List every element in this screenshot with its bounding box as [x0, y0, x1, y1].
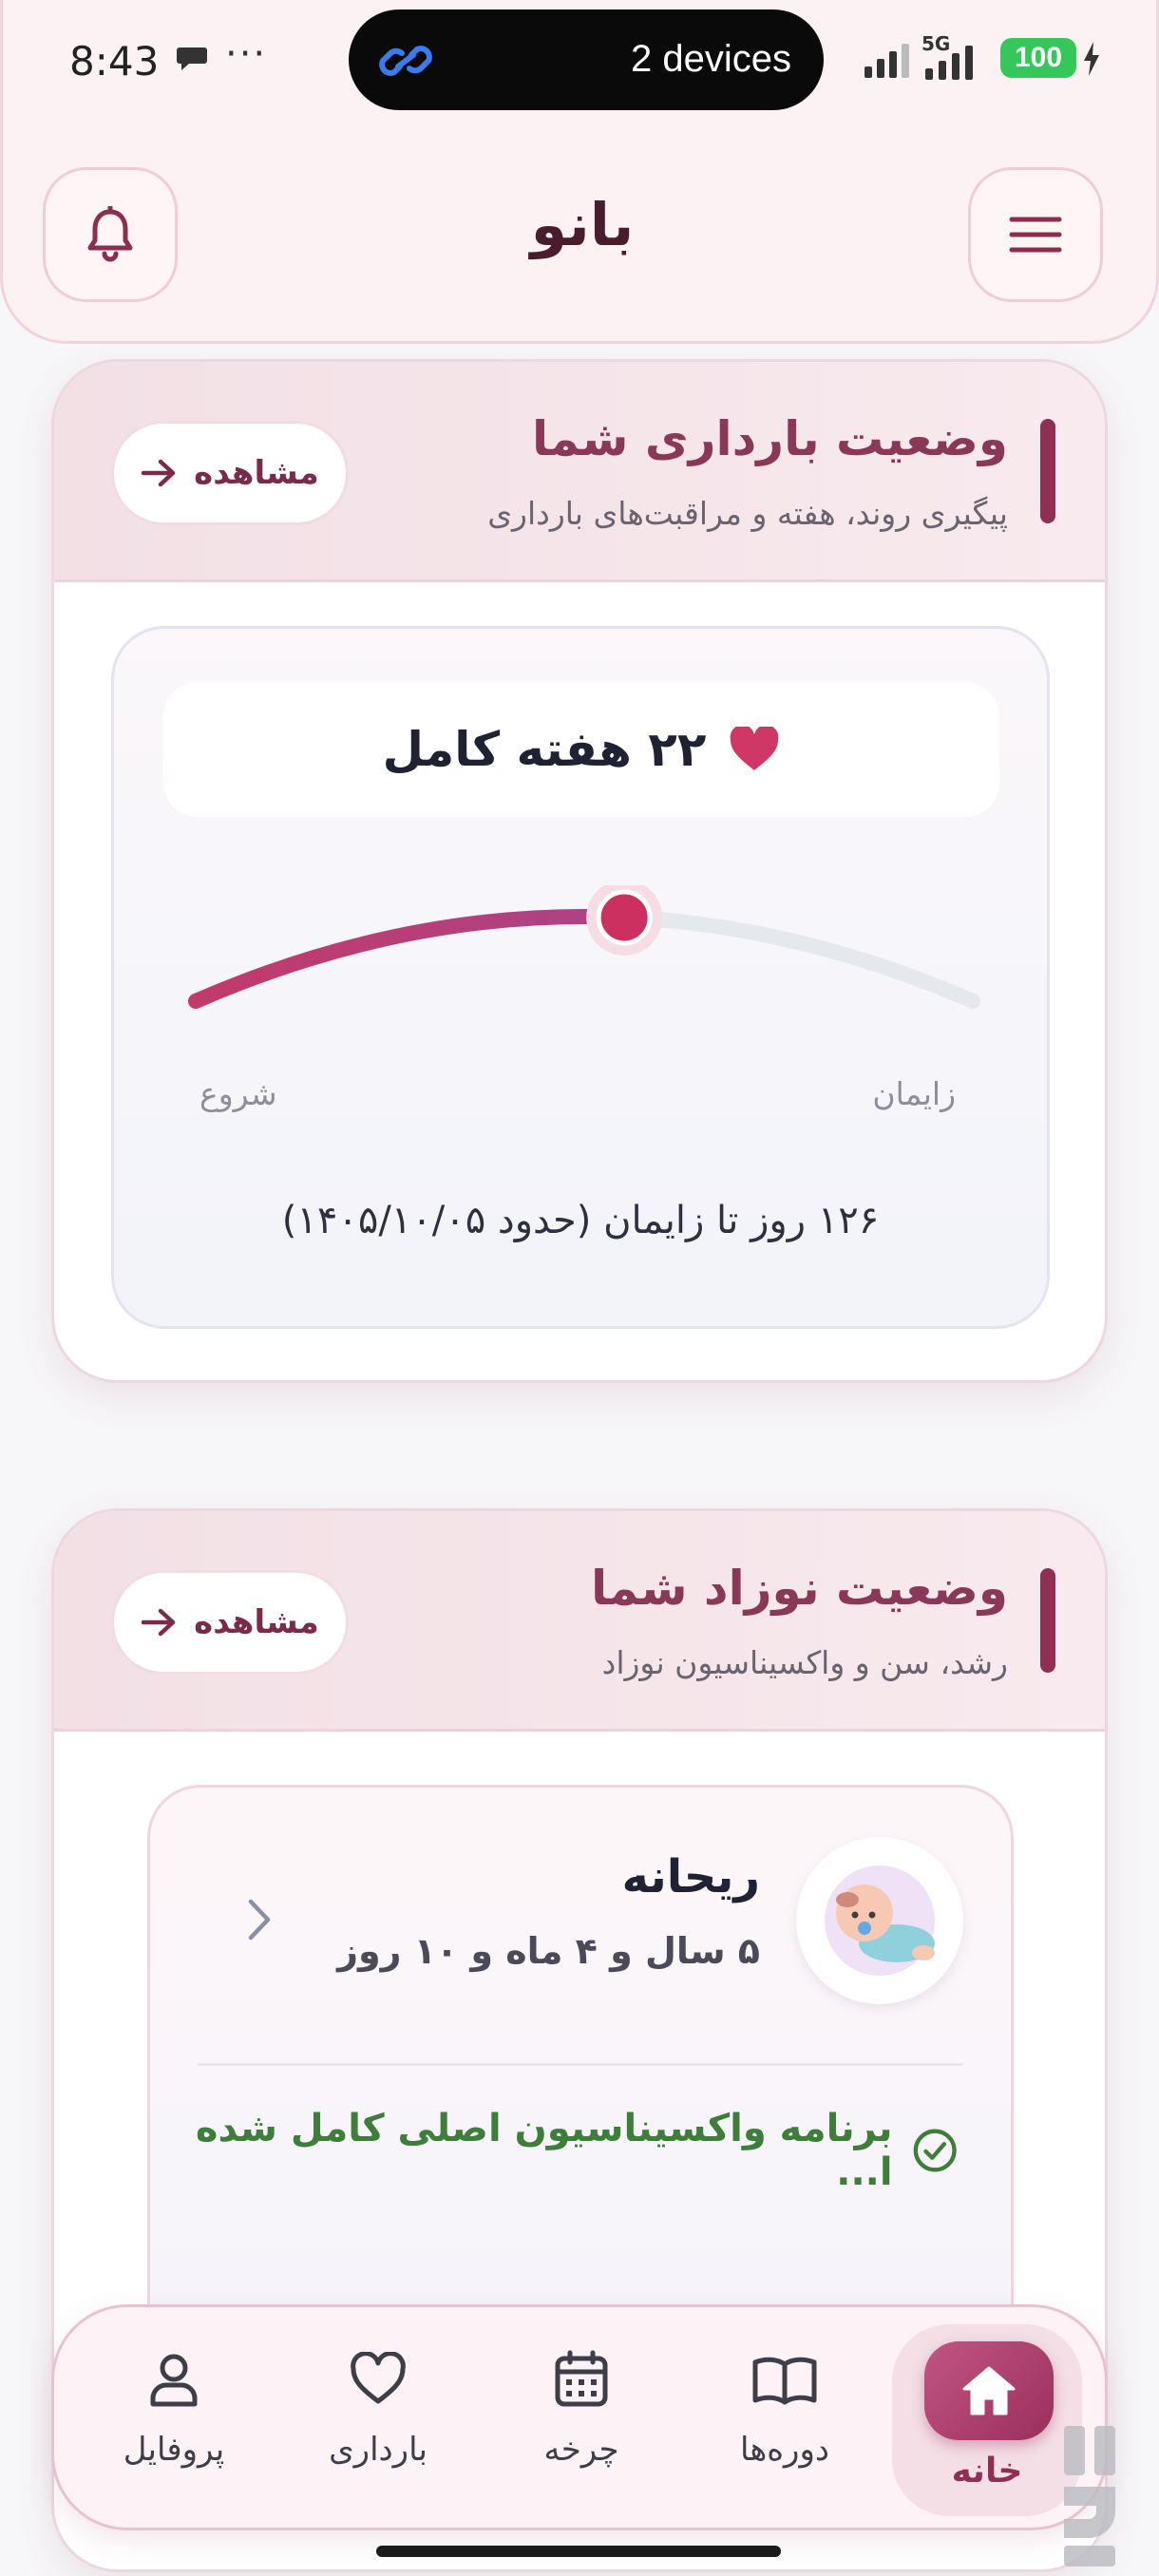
pregnancy-week-text: ۲۲ هفته کامل	[382, 722, 707, 777]
card-accent-bar	[1040, 1568, 1055, 1673]
pregnancy-status-card: وضعیت بارداری شما پیگیری روند، هفته و مر…	[51, 359, 1108, 1383]
arrow-right-icon	[141, 1608, 176, 1637]
status-indicators: 5G 100	[863, 32, 1110, 82]
nav-home-badge[interactable]	[924, 2341, 1054, 2440]
nav-label-profile: پروفایل	[123, 2431, 225, 2469]
signal-icon	[864, 44, 909, 78]
status-time: 8:43	[69, 38, 160, 85]
link-icon	[379, 46, 432, 76]
bottom-navigation: پروفایل بارداری چرخه	[51, 2304, 1108, 2530]
baby-age: ۵ سال و ۴ ماه و ۱۰ روز	[337, 1930, 760, 1972]
nav-label-cycle: چرخه	[543, 2431, 619, 2469]
nav-label-pregnancy: بارداری	[329, 2431, 428, 2469]
island-devices-text: 2 devices	[631, 38, 791, 80]
heart-outline-icon	[351, 2352, 406, 2404]
status-more-dots: ···	[225, 32, 268, 76]
pregnancy-progress-arc	[188, 885, 980, 1009]
newborn-card-subtitle: رشد، سن و واکسیناسیون نوزاد	[601, 1644, 1008, 1681]
message-icon	[177, 47, 207, 70]
pregnancy-card-header: وضعیت بارداری شما پیگیری روند، هفته و مر…	[54, 362, 1105, 582]
profile-icon	[150, 2354, 198, 2407]
newborn-view-button[interactable]: مشاهده	[111, 1570, 349, 1675]
nav-item-profile[interactable]: پروفایل	[79, 2345, 269, 2497]
signal-5g-icon	[925, 46, 973, 80]
arc-marker-knob	[596, 889, 653, 946]
card-accent-bar	[1040, 419, 1055, 523]
chevron-right-icon[interactable]	[245, 1898, 274, 1941]
home-icon	[962, 2366, 1016, 2415]
baby-icon	[825, 1866, 935, 1976]
pregnancy-view-button[interactable]: مشاهده	[111, 421, 349, 525]
pregnancy-card-subtitle: پیگیری روند، هفته و مراقبت‌های بارداری	[487, 495, 1008, 532]
newborn-card-header: وضعیت نوزاد شما رشد، سن و واکسیناسیون نو…	[54, 1511, 1105, 1732]
battery-indicator: 100	[1000, 38, 1076, 78]
menu-button[interactable]	[968, 167, 1103, 302]
arc-start-label: شروع	[200, 1075, 277, 1112]
baby-name: ریحانه	[621, 1850, 760, 1904]
divider	[198, 2063, 963, 2066]
nav-item-pregnancy[interactable]: بارداری	[283, 2345, 473, 2497]
nav-label-home: خانه	[951, 2452, 1023, 2491]
hamburger-menu-icon	[1009, 217, 1062, 253]
nav-item-cycle[interactable]: چرخه	[486, 2345, 676, 2497]
book-icon	[752, 2357, 817, 2405]
charging-icon	[1084, 42, 1099, 76]
view-button-label: مشاهده	[194, 454, 319, 492]
nav-label-courses: دوره‌ها	[739, 2431, 830, 2469]
pregnancy-progress-panel: ۲۲ هفته کامل شروع زایمان ۱۲۶ روز تا زایم…	[111, 626, 1050, 1329]
home-indicator[interactable]	[376, 2546, 781, 2557]
watermark-logo-icon	[1064, 2426, 1115, 2567]
heart-icon	[730, 727, 779, 770]
pregnancy-card-title: وضعیت بارداری شما	[532, 411, 1008, 466]
days-until-birth: ۱۲۶ روز تا زایمان (حدود ۱۴۰۵/۱۰/۰۵)	[281, 1199, 880, 1242]
check-circle-icon	[913, 2129, 957, 2172]
nav-item-courses[interactable]: دوره‌ها	[690, 2345, 880, 2497]
vaccination-status-row: برنامه واکسیناسیون اصلی کامل شده ا...	[150, 2107, 958, 2194]
dynamic-island[interactable]: 2 devices	[349, 9, 824, 110]
newborn-card-title: وضعیت نوزاد شما	[591, 1561, 1008, 1616]
arrow-right-icon	[141, 459, 176, 487]
baby-avatar	[796, 1837, 963, 2004]
pregnancy-week-box: ۲۲ هفته کامل	[163, 682, 999, 817]
vaccination-status-text: برنامه واکسیناسیون اصلی کامل شده ا...	[195, 2107, 893, 2194]
view-button-label: مشاهده	[194, 1603, 319, 1641]
calendar-icon	[555, 2350, 608, 2407]
app-header: 8:43 ··· 2 devices 5G 100 بانو	[0, 0, 1159, 344]
arc-end-label: زایمان	[872, 1075, 956, 1112]
